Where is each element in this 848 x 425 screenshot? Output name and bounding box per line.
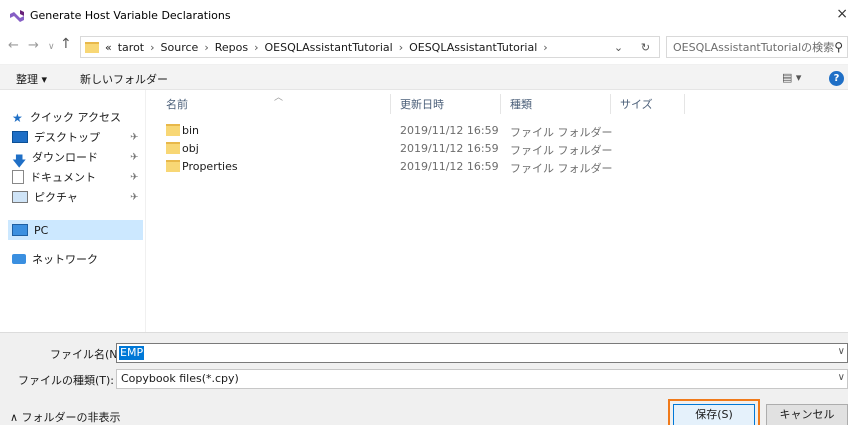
nav-item-network[interactable]: ネットワーク [12,250,98,268]
picture-icon [12,191,28,203]
back-arrow-icon[interactable]: ← [8,38,19,53]
organize-button[interactable]: 整理 ▾ [16,71,47,87]
column-divider[interactable] [610,94,611,114]
nav-item-pc[interactable]: PC [12,221,48,239]
refresh-icon[interactable]: ↻ [641,41,650,54]
sort-ascending-icon: ︿ [274,93,284,103]
file-type: ファイル フォルダー [510,162,613,175]
pin-icon[interactable]: ✈ [130,192,138,203]
pin-icon[interactable]: ✈ [130,172,138,183]
breadcrumb-overflow[interactable]: « [105,41,112,54]
folder-icon [166,124,180,136]
file-name: obj [182,142,199,155]
breadcrumb-item[interactable]: tarot [118,41,144,54]
column-divider[interactable] [684,94,685,114]
save-button[interactable]: 保存(S) [673,404,755,425]
breadcrumb-separator[interactable]: › [254,41,258,54]
new-folder-button[interactable]: 新しいフォルダー [80,71,168,87]
address-bar[interactable]: « tarot › Source › Repos › OESQLAssistan… [80,36,660,58]
breadcrumb-item[interactable]: Repos [215,41,248,54]
nav-item-label: PC [34,223,49,237]
search-input[interactable]: OESQLAssistantTutorialの検索 ⚲ [666,36,848,58]
filetype-label: ファイルの種類(T): [18,374,115,387]
nav-item-label: ネットワーク [32,253,98,266]
nav-item-label: ドキュメント [30,171,96,184]
star-icon: ★ [12,111,23,125]
nav-item-downloads[interactable]: 🡇 ダウンロード ✈ [12,148,138,170]
filetype-select[interactable]: Copybook files(*.cpy) ∨ [116,369,848,389]
pin-icon[interactable]: ✈ [130,132,138,143]
chevron-down-icon[interactable]: ∨ [838,346,845,357]
command-bar: 整理 ▾ 新しいフォルダー ▤ ▾ ? [0,64,848,90]
file-type: ファイル フォルダー [510,144,613,157]
breadcrumb-separator[interactable]: › [150,41,154,54]
hide-folders-toggle[interactable]: ∧ フォルダーの非表示 [10,409,121,425]
file-name: Properties [182,160,238,173]
breadcrumb-separator[interactable]: › [543,41,547,54]
forward-arrow-icon[interactable]: → [28,38,39,53]
folder-icon [85,41,99,53]
column-divider[interactable] [390,94,391,114]
column-header-date[interactable]: 更新日時 [400,96,444,112]
cancel-button[interactable]: キャンセル [766,404,848,425]
close-icon[interactable]: × [836,6,848,22]
column-header-name[interactable]: 名前 [166,96,188,112]
up-arrow-icon[interactable]: ↑ [60,36,72,52]
nav-item-pictures[interactable]: ピクチャ ✈ [12,188,138,206]
file-row[interactable]: bin 2019/11/12 16:59 ファイル フォルダー [166,122,846,140]
nav-item-desktop[interactable]: デスクトップ ✈ [12,128,138,146]
document-icon [12,170,24,184]
file-date: 2019/11/12 16:59 [400,160,499,173]
nav-item-label: デスクトップ [34,131,100,144]
file-list: ︿ 名前 更新日時 種類 サイズ bin 2019/11/12 16:59 ファ… [145,90,848,332]
filename-field[interactable]: EMP ∨ [116,343,848,363]
breadcrumb-item[interactable]: OESQLAssistantTutorial [409,41,537,54]
column-header-size[interactable]: サイズ [620,96,653,112]
nav-item-documents[interactable]: ドキュメント ✈ [12,168,138,186]
breadcrumb-separator[interactable]: › [399,41,403,54]
file-row[interactable]: obj 2019/11/12 16:59 ファイル フォルダー [166,140,846,158]
file-type: ファイル フォルダー [510,126,613,139]
nav-item-quick-access[interactable]: ★ クイック アクセス [12,108,121,126]
chevron-down-icon[interactable]: ∨ [838,372,845,383]
save-form: ファイル名(N): EMP ∨ ファイルの種類(T): Copybook fil… [0,332,848,425]
file-date: 2019/11/12 16:59 [400,142,499,155]
filetype-value: Copybook files(*.cpy) [121,372,239,385]
file-date: 2019/11/12 16:59 [400,124,499,137]
search-icon[interactable]: ⚲ [834,40,843,54]
address-row: ← → ∨ ↑ « tarot › Source › Repos › OESQL… [0,36,848,58]
folder-icon [166,142,180,154]
pc-icon [12,224,28,236]
breadcrumb-separator[interactable]: › [204,41,208,54]
nav-item-label: クイック アクセス [30,111,121,124]
filename-value[interactable]: EMP [119,346,145,360]
file-name: bin [182,124,200,137]
search-placeholder: OESQLAssistantTutorialの検索 [673,41,835,54]
nav-item-label: ピクチャ [34,191,78,204]
column-header-type[interactable]: 種類 [510,96,532,112]
pin-icon[interactable]: ✈ [130,152,138,163]
visual-studio-icon [10,10,24,22]
navigation-pane: ★ クイック アクセス デスクトップ ✈ 🡇 ダウンロード ✈ ドキュメント ✈… [0,90,145,332]
network-icon [12,254,26,264]
address-controls: ⌄ ↻ [605,37,659,57]
download-icon: 🡇 [12,154,27,170]
file-row[interactable]: Properties 2019/11/12 16:59 ファイル フォルダー [166,158,846,176]
breadcrumb-item[interactable]: Source [161,41,199,54]
column-divider[interactable] [500,94,501,114]
help-icon[interactable]: ? [829,71,844,86]
title-bar: Generate Host Variable Declarations × [0,0,848,32]
address-dropdown-icon[interactable]: ⌄ [614,41,623,54]
recent-locations-chevron-icon[interactable]: ∨ [48,42,55,52]
filename-label: ファイル名(N): [50,348,126,361]
view-options-button[interactable]: ▤ ▾ [782,71,801,84]
nav-item-label: ダウンロード [32,151,98,164]
desktop-icon [12,131,28,143]
window-title: Generate Host Variable Declarations [30,9,231,22]
breadcrumb-item[interactable]: OESQLAssistantTutorial [265,41,393,54]
folder-icon [166,160,180,172]
